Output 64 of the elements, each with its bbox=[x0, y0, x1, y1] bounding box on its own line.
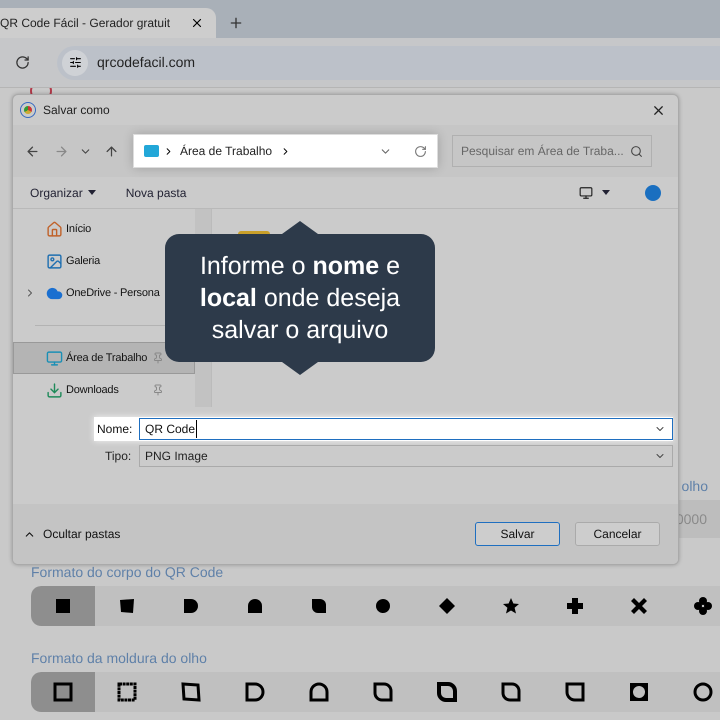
nav-label: OneDrive - Persona bbox=[66, 286, 161, 301]
new-tab-icon[interactable] bbox=[228, 15, 244, 31]
cancel-button[interactable]: Cancelar bbox=[575, 522, 660, 546]
search-placeholder: Pesquisar em Área de Traba... bbox=[461, 143, 625, 160]
nav-item[interactable]: Início bbox=[13, 213, 195, 245]
file-name-field[interactable]: QR Code bbox=[139, 418, 673, 440]
shape-icon bbox=[691, 680, 715, 704]
shape-icon bbox=[627, 680, 651, 704]
shape-option[interactable] bbox=[31, 672, 95, 712]
help-icon[interactable] bbox=[645, 184, 661, 200]
nav-item[interactable]: Downloads bbox=[13, 374, 195, 406]
nav-item[interactable]: Área de Trabalho bbox=[13, 342, 195, 374]
nav-label: Galeria bbox=[66, 254, 102, 269]
organize-menu[interactable]: Organizar bbox=[30, 184, 96, 202]
desktop-icon bbox=[144, 145, 159, 157]
type-label: Tipo: bbox=[105, 448, 132, 465]
shape-icon bbox=[435, 680, 459, 704]
view-icon[interactable] bbox=[579, 186, 593, 200]
file-type-value: PNG Image bbox=[145, 448, 209, 465]
nav-label: Área de Trabalho bbox=[66, 350, 148, 366]
browser-logo-icon bbox=[21, 103, 35, 117]
reload-icon[interactable] bbox=[15, 55, 30, 70]
shape-icon bbox=[115, 680, 139, 704]
shape-icon bbox=[179, 680, 203, 704]
new-folder-button[interactable]: Nova pasta bbox=[126, 184, 186, 202]
dialog-title: Salvar como bbox=[43, 102, 110, 119]
nav-label: Downloads bbox=[66, 382, 120, 398]
shape-icon bbox=[307, 680, 331, 704]
name-label: Nome: bbox=[97, 421, 134, 438]
shape-icon bbox=[563, 680, 587, 704]
shape-icon bbox=[371, 680, 395, 704]
path-segment[interactable]: Área de Trabalho bbox=[180, 142, 272, 160]
section-label: Formato da moldura do olho bbox=[30, 649, 208, 668]
file-name-value: QR Code bbox=[145, 420, 198, 438]
nav-label: Início bbox=[66, 222, 92, 237]
up-icon[interactable] bbox=[104, 144, 119, 158]
section-label: Formato do corpo do QR Code bbox=[30, 563, 224, 582]
tab-title: QR Code Fácil - Gerador gratuit bbox=[0, 15, 172, 32]
shape-icon bbox=[243, 680, 267, 704]
home-icon bbox=[46, 220, 63, 238]
section-label: olho bbox=[682, 477, 709, 496]
shape-icon bbox=[499, 680, 523, 704]
nav-item[interactable]: OneDrive - Persona bbox=[13, 277, 195, 309]
path-bar[interactable]: Área de Trabalho bbox=[133, 134, 438, 168]
desktop-icon bbox=[46, 350, 63, 366]
close-icon[interactable] bbox=[190, 16, 204, 30]
search-icon bbox=[630, 144, 643, 158]
shape-icon bbox=[51, 680, 75, 704]
browser-tab[interactable]: QR Code Fácil - Gerador gratuit bbox=[0, 8, 216, 38]
hide-folders-button[interactable]: Ocultar pastas bbox=[23, 525, 120, 543]
save-button[interactable]: Salvar bbox=[475, 522, 560, 546]
refresh-icon[interactable] bbox=[414, 144, 427, 158]
site-settings-icon[interactable] bbox=[68, 56, 82, 69]
shape-icon bbox=[691, 594, 715, 618]
back-icon[interactable] bbox=[25, 144, 40, 158]
file-type-select[interactable]: PNG Image bbox=[139, 445, 673, 467]
nav-item[interactable]: Galeria bbox=[13, 245, 195, 277]
download-icon bbox=[46, 382, 63, 398]
address-bar[interactable]: qrcodefacil.com bbox=[57, 46, 720, 80]
shape-option[interactable] bbox=[31, 586, 95, 626]
image-icon bbox=[46, 252, 63, 270]
callout-text: Informe o nome e local onde deseja salvar o arquivo bbox=[198, 251, 402, 346]
url-text: qrcodefacil.com bbox=[97, 53, 196, 72]
caret-icon[interactable] bbox=[602, 190, 610, 195]
